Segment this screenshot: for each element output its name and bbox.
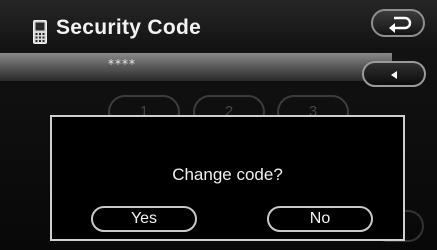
left-triangle-icon <box>391 71 397 79</box>
no-button[interactable]: No <box>267 206 373 232</box>
code-entry-value: **** <box>108 57 136 71</box>
delete-button[interactable] <box>362 61 426 87</box>
return-arrow-icon <box>389 16 412 33</box>
phone-icon <box>33 20 47 44</box>
confirm-dialog: Change code? Yes No <box>50 115 405 241</box>
header: Security Code <box>0 0 437 52</box>
back-button[interactable] <box>371 9 425 37</box>
security-code-screen: Security Code **** 1 2 3 Change code? Ye… <box>0 0 437 250</box>
yes-button[interactable]: Yes <box>91 206 197 232</box>
page-title: Security Code <box>56 16 202 39</box>
code-entry-field: **** <box>0 53 392 81</box>
dialog-message: Change code? <box>172 165 283 184</box>
